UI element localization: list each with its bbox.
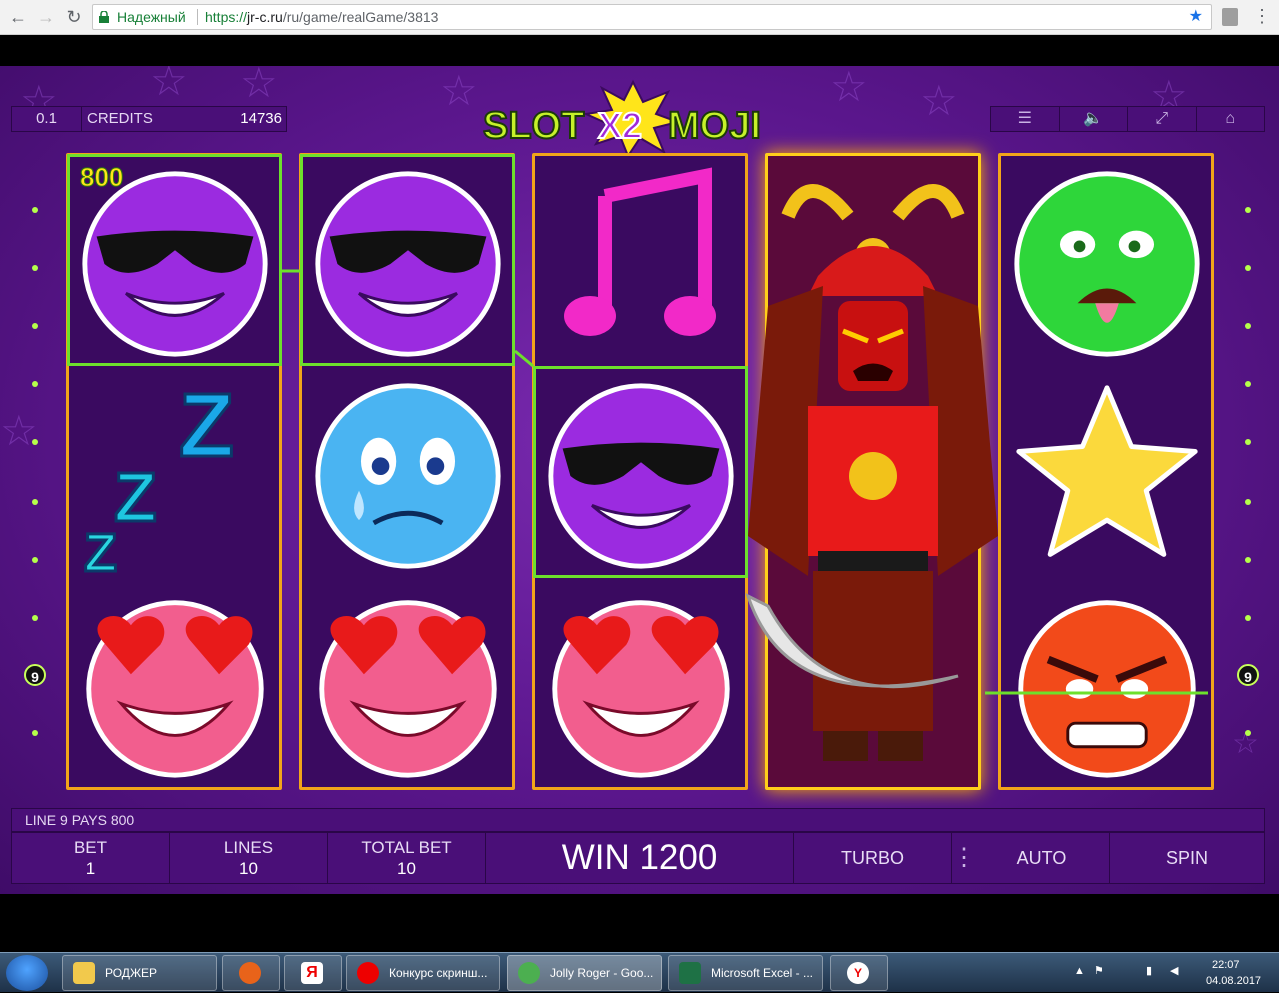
taskbar-item-yandex[interactable]: Я <box>284 955 342 991</box>
flag-icon[interactable]: ⚑ <box>1094 964 1104 977</box>
forward-icon[interactable]: → <box>34 5 58 29</box>
total-bet-label: TOTAL BET <box>361 838 452 857</box>
bet-value: 1 <box>85 859 96 878</box>
volume-icon[interactable]: ◀ <box>1170 964 1178 977</box>
clock-time[interactable]: 22:07 <box>1212 959 1240 971</box>
lines-value: 10 <box>239 859 258 878</box>
bookmark-star-icon[interactable]: ★ <box>1189 5 1203 29</box>
spin-button[interactable]: SPIN <box>1110 833 1264 883</box>
address-bar[interactable]: Надежный https://jr-c.ru/ru/game/realGam… <box>92 4 1212 30</box>
browser-toolbar: ← → ↻ Надежный https://jr-c.ru/ru/game/r… <box>0 0 1279 35</box>
back-icon[interactable]: ← <box>6 5 30 29</box>
reload-icon[interactable]: ↻ <box>62 5 86 29</box>
taskbar: РОДЖЕР Я Конкурс скринш... Jolly Roger -… <box>0 952 1279 992</box>
clock-date[interactable]: 04.08.2017 <box>1206 975 1261 987</box>
taskbar-item-chrome[interactable]: Jolly Roger - Goo... <box>507 955 662 991</box>
firefox-icon <box>239 962 261 984</box>
auto-options-icon[interactable]: ⋮ <box>952 833 976 883</box>
yandex-icon: Я <box>301 962 323 984</box>
taskbar-item-excel[interactable]: Microsoft Excel - ... <box>668 955 823 991</box>
bet-control[interactable]: BET 1 <box>12 833 170 883</box>
total-bet-display: TOTAL BET 10 <box>328 833 486 883</box>
url-text: https://jr-c.ru/ru/game/realGame/3813 <box>205 9 439 25</box>
start-button[interactable] <box>6 955 48 991</box>
payline-message: LINE 9 PAYS 800 <box>11 808 1265 832</box>
taskbar-item-folder[interactable]: РОДЖЕР <box>62 955 217 991</box>
total-bet-value: 10 <box>397 859 416 878</box>
system-tray: ▲ ⚑ ▮ ◀ 22:07 04.08.2017 <box>1070 953 1279 993</box>
url-divider <box>197 9 198 25</box>
network-icon[interactable]: ▮ <box>1146 964 1152 977</box>
win-payline <box>282 269 1208 695</box>
slot-game: ☆ ☆ ☆ ☆ ☆ ☆ ☆ ☆ ☆ 0.1 CREDITS 14736 SLOT… <box>0 66 1279 894</box>
yandex-browser-icon: Y <box>847 962 869 984</box>
lock-icon <box>99 11 109 23</box>
taskbar-item-opera[interactable]: Конкурс скринш... <box>346 955 500 991</box>
tray-expand-icon[interactable]: ▲ <box>1074 965 1085 977</box>
menu-icon[interactable]: ⋮ <box>1253 6 1271 26</box>
taskbar-item-yandex-browser[interactable]: Y <box>830 955 888 991</box>
auto-button[interactable]: AUTO <box>974 833 1110 883</box>
control-panel: BET 1 LINES 10 TOTAL BET 10 WIN 1200 TUR… <box>11 832 1265 884</box>
turbo-button[interactable]: TURBO <box>794 833 952 883</box>
extension-icon[interactable] <box>1222 8 1238 26</box>
secure-label: Надежный <box>117 9 186 25</box>
taskbar-item-firefox[interactable] <box>222 955 280 991</box>
excel-icon <box>679 962 701 984</box>
chrome-icon <box>518 962 540 984</box>
win-display: WIN 1200 <box>486 833 794 883</box>
win-amount-badge: 800 <box>79 162 124 193</box>
lines-label: LINES <box>223 838 274 857</box>
lines-control[interactable]: LINES 10 <box>170 833 328 883</box>
bet-label: BET <box>73 838 108 857</box>
opera-icon <box>357 962 379 984</box>
folder-icon <box>73 962 95 984</box>
